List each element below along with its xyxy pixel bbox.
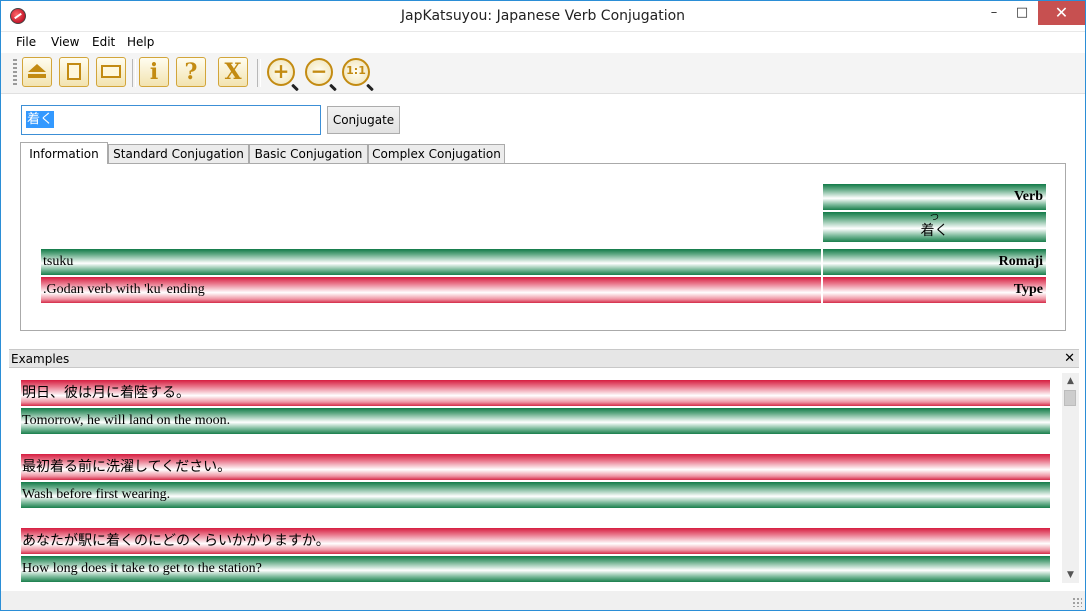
tab-standard-conjugation[interactable]: Standard Conjugation: [108, 144, 249, 163]
maximize-button[interactable]: □: [1007, 1, 1037, 25]
tab-information[interactable]: Information: [20, 142, 108, 164]
example-english: Wash before first wearing.: [21, 482, 1050, 508]
examples-pane[interactable]: 明日、彼は月に着陸する。 Tomorrow, he will land on t…: [9, 369, 1079, 591]
toolbar-grip[interactable]: [13, 59, 17, 87]
example-japanese: 最初着る前に洗濯してください。: [21, 454, 1050, 480]
eject-icon[interactable]: [22, 57, 52, 87]
zoom-out-icon[interactable]: −: [305, 58, 333, 86]
tab-basic-conjugation[interactable]: Basic Conjugation: [249, 144, 368, 163]
help-icon[interactable]: ?: [176, 57, 206, 87]
resize-grip-icon[interactable]: [1072, 597, 1082, 607]
status-bar: [1, 591, 1085, 610]
menu-bar: File View Edit Help: [1, 32, 1085, 52]
menu-help[interactable]: Help: [127, 35, 154, 49]
close-button[interactable]: ✕: [1038, 1, 1085, 25]
toolbar-separator: [132, 59, 136, 87]
type-label: Type: [823, 277, 1046, 303]
document-icon[interactable]: [59, 57, 89, 87]
examples-scrollbar[interactable]: ▲ ▼: [1062, 373, 1079, 583]
type-value: .Godan verb with 'ku' ending: [41, 277, 821, 303]
romaji-value: tsuku: [41, 249, 821, 275]
examples-title: Examples: [11, 352, 70, 366]
exit-icon[interactable]: X: [218, 57, 248, 87]
information-panel: Verb つ 着く tsuku Romaji .Godan verb with …: [20, 163, 1066, 331]
tab-complex-conjugation[interactable]: Complex Conjugation: [368, 144, 505, 163]
example-english: Tomorrow, he will land on the moon.: [21, 408, 1050, 434]
app-window: JapKatsuyou: Japanese Verb Conjugation –…: [0, 0, 1086, 611]
title-bar: JapKatsuyou: Japanese Verb Conjugation –…: [1, 1, 1085, 32]
example-japanese: 明日、彼は月に着陸する。: [21, 380, 1050, 406]
window-icon[interactable]: [96, 57, 126, 87]
romaji-label: Romaji: [823, 249, 1046, 275]
verb-reading: つ: [929, 213, 939, 223]
zoom-in-icon[interactable]: +: [267, 58, 295, 86]
info-icon[interactable]: i: [139, 57, 169, 87]
examples-header: Examples ✕: [9, 349, 1079, 368]
verb-value: 着く: [920, 223, 949, 239]
verb-value-cell: つ 着く: [823, 212, 1046, 242]
toolbar-separator: [257, 59, 261, 87]
scroll-up-icon[interactable]: ▲: [1062, 373, 1079, 389]
scroll-down-icon[interactable]: ▼: [1062, 567, 1079, 583]
conjugate-button[interactable]: Conjugate: [327, 106, 400, 134]
menu-edit[interactable]: Edit: [92, 35, 115, 49]
examples-close-button[interactable]: ✕: [1064, 350, 1075, 368]
verb-label: Verb: [823, 184, 1046, 210]
toolbar: i ? X + − 1:1: [1, 53, 1085, 94]
example-english: How long does it take to get to the stat…: [21, 556, 1050, 582]
window-title: JapKatsuyou: Japanese Verb Conjugation: [400, 8, 686, 24]
scroll-thumb[interactable]: [1064, 390, 1076, 406]
example-japanese: あなたが駅に着くのにどのくらいかかりますか。: [21, 528, 1050, 554]
minimize-button[interactable]: –: [979, 1, 1009, 25]
verb-input[interactable]: 着く: [21, 105, 321, 135]
menu-view[interactable]: View: [51, 35, 79, 49]
verb-input-value: 着く: [26, 111, 55, 128]
menu-file[interactable]: File: [16, 35, 36, 49]
zoom-reset-icon[interactable]: 1:1: [342, 58, 370, 86]
